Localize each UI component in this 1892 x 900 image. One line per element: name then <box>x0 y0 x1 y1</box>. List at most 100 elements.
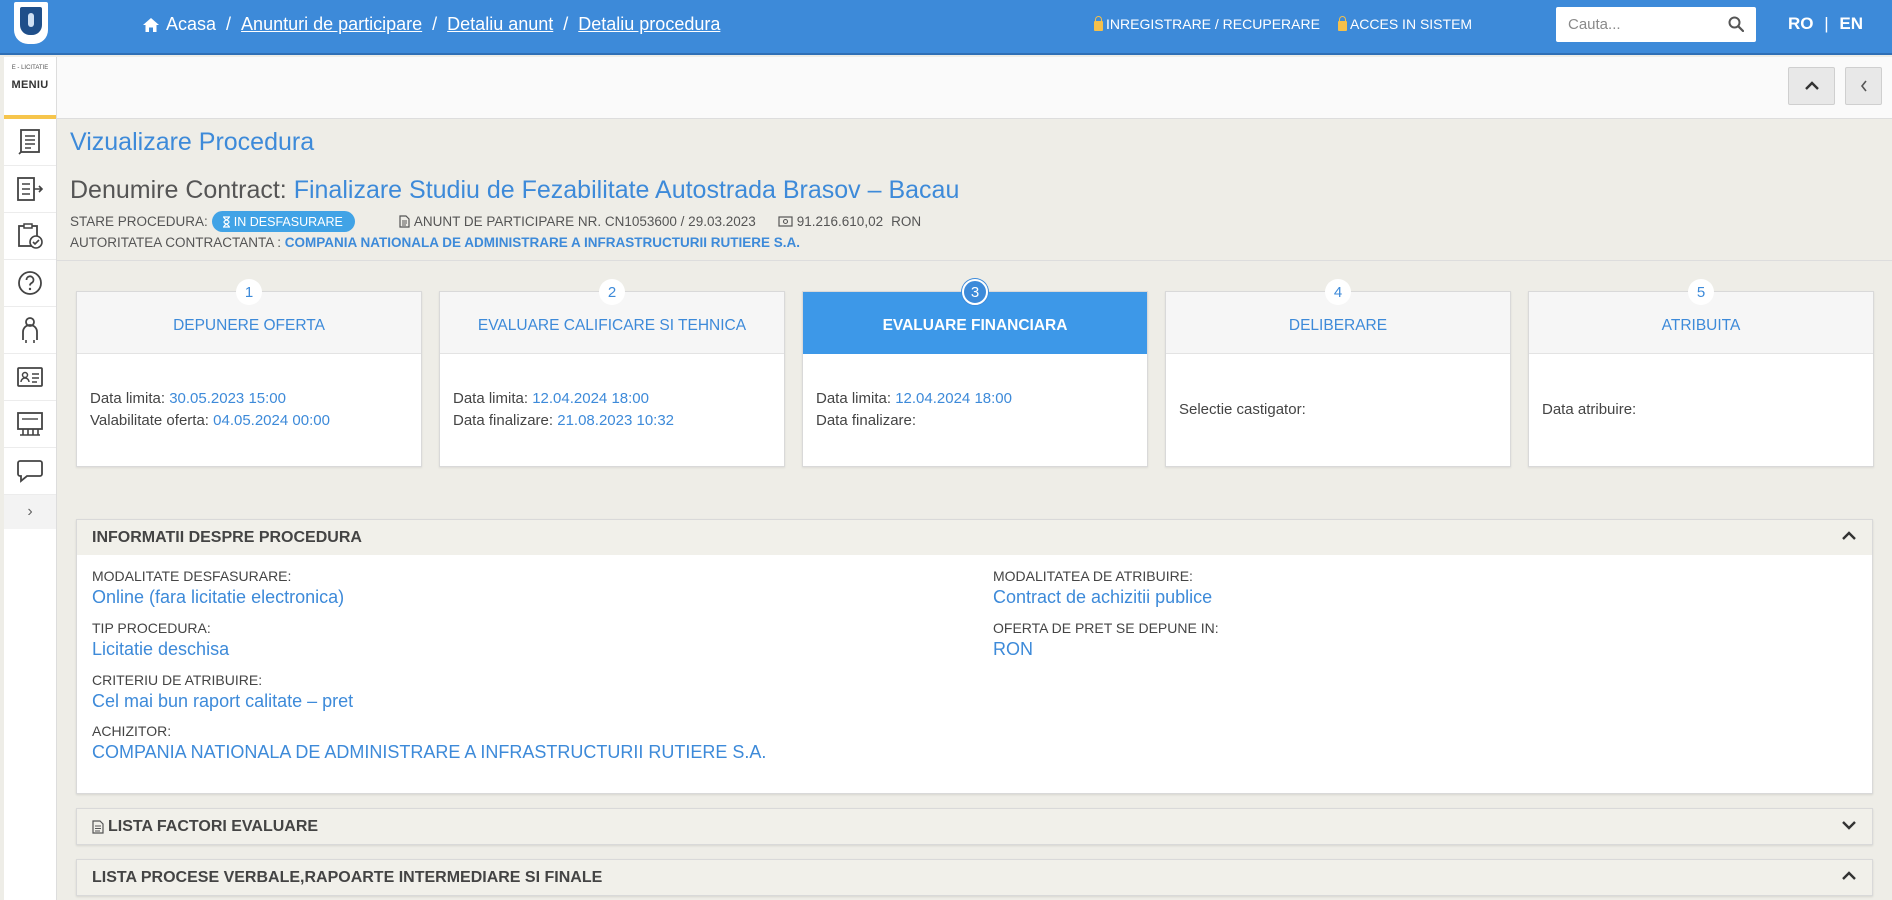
breadcrumb-detaliu-procedura[interactable]: Detaliu procedura <box>578 14 720 35</box>
lang-separator: | <box>1824 14 1829 33</box>
step-value: 30.05.2023 15:00 <box>169 390 286 407</box>
toolbar <box>57 57 1892 119</box>
step-value: 04.05.2024 00:00 <box>213 412 330 429</box>
step-number: 1 <box>236 279 262 305</box>
home-icon[interactable] <box>142 17 160 33</box>
login-link[interactable]: ACCES IN SISTEM <box>1337 15 1472 32</box>
field-oferta-moneda: OFERTA DE PRET SE DEPUNE IN: RON <box>993 620 1219 660</box>
field-label: TIP PROCEDURA: <box>92 620 211 636</box>
page-title: Vizualizare Procedura <box>70 128 315 156</box>
chevron-down-icon[interactable] <box>1842 820 1856 830</box>
lock-icon <box>1094 15 1103 31</box>
header-divider <box>57 260 1892 261</box>
contracting-authority: AUTORITATEA CONTRACTANTA : COMPANIA NATI… <box>70 235 800 250</box>
chevron-up-icon <box>1804 81 1819 90</box>
step-label: Data limita: <box>90 390 166 407</box>
contract-name: Finalizare Studiu de Fezabilitate Autost… <box>293 176 960 204</box>
help-icon <box>18 271 42 295</box>
step-evaluare-calificare[interactable]: 2 EVALUARE CALIFICARE SI TEHNICA Data li… <box>439 279 785 467</box>
register-link[interactable]: INREGISTRARE / RECUPERARE <box>1094 15 1320 32</box>
account-links: INREGISTRARE / RECUPERARE ACCES IN SISTE… <box>1094 15 1472 32</box>
breadcrumb-anunturi[interactable]: Anunturi de participare <box>241 14 422 35</box>
step-line: Data limita: 12.04.2024 18:00 <box>816 388 1134 410</box>
reports-panel: LISTA PROCESE VERBALE,RAPOARTE INTERMEDI… <box>76 859 1873 896</box>
notice-number[interactable]: ANUNT DE PARTICIPARE NR. CN1053600 / 29.… <box>414 214 756 229</box>
sidebar-item-utilizator[interactable] <box>4 307 56 354</box>
step-label: Data limita: <box>816 390 892 407</box>
field-value[interactable]: COMPANIA NATIONALA DE ADMINISTRARE A INF… <box>92 742 766 763</box>
step-body: Selectie castigator: <box>1166 354 1510 466</box>
value-currency: RON <box>891 214 922 229</box>
chart-icon <box>17 412 43 436</box>
step-line: Data atribuire: <box>1542 399 1860 421</box>
panel-title: INFORMATII DESPRE PROCEDURA <box>92 528 362 546</box>
breadcrumb-separator: / <box>563 14 569 34</box>
search-icon[interactable] <box>1728 16 1745 33</box>
field-modalitate-atribuire: MODALITATEA DE ATRIBUIRE: Contract de ac… <box>993 568 1212 608</box>
document-icon <box>18 129 40 155</box>
breadcrumb-home[interactable]: Acasa <box>166 14 216 35</box>
collapse-panel-button[interactable] <box>1845 67 1882 105</box>
step-number: 2 <box>599 279 625 305</box>
search-input[interactable] <box>1556 7 1716 42</box>
panel-header[interactable]: LISTA FACTORI EVALUARE <box>77 809 1872 844</box>
field-label: MODALITATEA DE ATRIBUIRE: <box>993 568 1193 584</box>
sidebar-item-mesaje[interactable] <box>4 448 56 495</box>
chat-icon <box>17 460 43 483</box>
contract-title: Denumire Contract: Finalizare Studiu de … <box>70 176 959 205</box>
panel-header[interactable]: LISTA PROCESE VERBALE,RAPOARTE INTERMEDI… <box>77 860 1872 895</box>
menu-label[interactable]: MENIU <box>4 79 56 91</box>
sidebar-item-rapoarte[interactable] <box>4 401 56 448</box>
field-value: Licitatie deschisa <box>92 639 230 659</box>
brand-text: E - LICITATIE <box>11 65 49 71</box>
chevron-left-icon <box>1860 80 1867 92</box>
field-modalitate-desfasurare: MODALITATE DESFASURARE: Online (fara lic… <box>92 568 344 608</box>
step-value: 21.08.2023 10:32 <box>557 412 675 429</box>
step-number: 3 <box>962 279 988 305</box>
step-label: Valabilitate oferta: <box>90 412 209 429</box>
authority-value[interactable]: COMPANIA NATIONALA DE ADMINISTRARE A INF… <box>285 235 800 250</box>
sidebar-item-anunturi[interactable] <box>4 119 56 166</box>
step-depunere-oferta[interactable]: 1 DEPUNERE OFERTA Data limita: 30.05.202… <box>76 279 422 467</box>
search-box <box>1556 7 1756 42</box>
contract-label: Denumire Contract: <box>70 176 287 204</box>
sidebar-expand-toggle[interactable]: › <box>4 495 56 529</box>
sidebar-item-ajutor[interactable] <box>4 260 56 307</box>
sidebar-item-profil[interactable] <box>4 354 56 401</box>
step-line: Data limita: 12.04.2024 18:00 <box>453 388 771 410</box>
panel-body: MODALITATE DESFASURARE: Online (fara lic… <box>77 555 1872 793</box>
field-label: OFERTA DE PRET SE DEPUNE IN: <box>993 620 1219 636</box>
step-deliberare[interactable]: 4 DELIBERARE Selectie castigator: <box>1165 279 1511 467</box>
id-card-icon <box>17 367 43 387</box>
evaluation-factors-panel: LISTA FACTORI EVALUARE <box>76 808 1873 845</box>
logo-emblem <box>20 7 42 35</box>
panel-title: LISTA PROCESE VERBALE,RAPOARTE INTERMEDI… <box>92 868 603 886</box>
top-bar: Acasa / Anunturi de participare / Detali… <box>0 0 1892 55</box>
sidebar-brand: E - LICITATIE MENIU <box>4 57 56 119</box>
sidebar: E - LICITATIE MENIU › <box>4 57 57 900</box>
sidebar-item-liste[interactable] <box>4 166 56 213</box>
field-value: Contract de achizitii publice <box>993 587 1213 607</box>
field-value: RON <box>993 639 1033 659</box>
lang-en[interactable]: EN <box>1839 14 1863 33</box>
scroll-top-button[interactable] <box>1788 67 1835 105</box>
chevron-up-icon[interactable] <box>1842 531 1856 541</box>
field-tip-procedura: TIP PROCEDURA: Licitatie deschisa <box>92 620 229 660</box>
chevron-up-icon[interactable] <box>1842 871 1856 881</box>
step-line: Data limita: 30.05.2023 15:00 <box>90 388 408 410</box>
step-body: Data limita: 30.05.2023 15:00 Valabilita… <box>77 354 421 466</box>
panel-header[interactable]: INFORMATII DESPRE PROCEDURA <box>77 520 1872 555</box>
field-label: CRITERIU DE ATRIBUIRE: <box>92 672 263 688</box>
step-label: Data limita: <box>453 390 529 407</box>
list-arrow-icon <box>17 177 44 201</box>
file-icon <box>92 819 104 834</box>
breadcrumb-separator: / <box>226 14 232 34</box>
step-evaluare-financiara[interactable]: 3 EVALUARE FINANCIARA Data limita: 12.04… <box>802 279 1148 467</box>
breadcrumb-detaliu-anunt[interactable]: Detaliu anunt <box>447 14 553 35</box>
logo[interactable] <box>14 2 48 44</box>
lang-ro[interactable]: RO <box>1788 14 1814 33</box>
sidebar-item-verificare[interactable] <box>4 213 56 260</box>
step-body: Data atribuire: <box>1529 354 1873 466</box>
step-number: 4 <box>1325 279 1351 305</box>
step-atribuita[interactable]: 5 ATRIBUITA Data atribuire: <box>1528 279 1874 467</box>
